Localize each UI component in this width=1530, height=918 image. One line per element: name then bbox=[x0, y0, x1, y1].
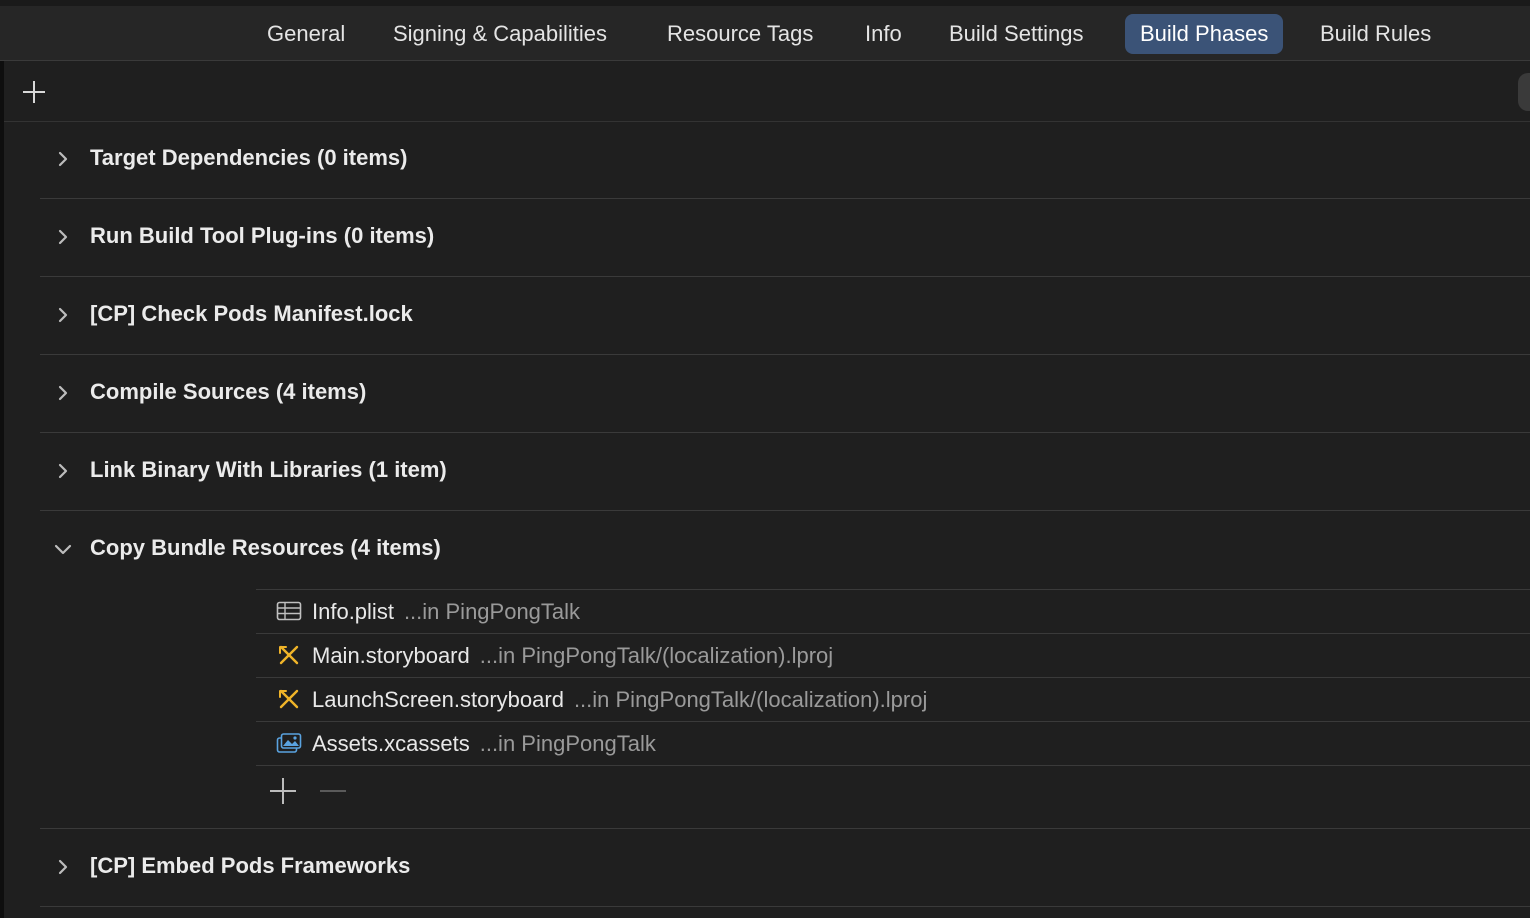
file-name: Assets.xcassets bbox=[312, 731, 470, 756]
chevron-right-icon[interactable] bbox=[56, 151, 70, 167]
phase-title: Target Dependencies (0 items) bbox=[90, 145, 408, 170]
phase-embed-pods-frameworks[interactable]: [CP] Embed Pods Frameworks bbox=[40, 829, 1530, 907]
phase-target-dependencies[interactable]: Target Dependencies (0 items) bbox=[40, 121, 1530, 199]
file-location: ...in PingPongTalk/(localization).lproj bbox=[573, 687, 928, 712]
remove-item-minus-icon[interactable] bbox=[320, 790, 346, 792]
storyboard-icon bbox=[276, 688, 302, 710]
list-item[interactable]: Info.plist ...in PingPongTalk bbox=[256, 589, 1530, 633]
file-name: Info.plist bbox=[312, 599, 394, 624]
chevron-down-icon[interactable] bbox=[54, 543, 72, 559]
phases-toolbar bbox=[4, 61, 1530, 122]
chevron-right-icon[interactable] bbox=[56, 859, 70, 875]
assets-icon bbox=[276, 732, 302, 754]
phase-link-binary[interactable]: Link Binary With Libraries (1 item) bbox=[40, 433, 1530, 511]
filter-field-edge[interactable] bbox=[1518, 73, 1530, 111]
chevron-right-icon[interactable] bbox=[56, 229, 70, 245]
list-divider bbox=[256, 765, 1530, 766]
phase-title: [CP] Check Pods Manifest.lock bbox=[90, 301, 413, 326]
tab-info[interactable]: Info bbox=[850, 14, 917, 54]
add-build-phase-plus-icon[interactable] bbox=[23, 81, 45, 103]
tab-build-settings[interactable]: Build Settings bbox=[934, 14, 1099, 54]
file-name: LaunchScreen.storyboard bbox=[312, 687, 564, 712]
tab-resource-tags[interactable]: Resource Tags bbox=[652, 14, 828, 54]
phase-compile-sources[interactable]: Compile Sources (4 items) bbox=[40, 355, 1530, 433]
build-phases-window: General Signing & Capabilities Resource … bbox=[0, 0, 1530, 918]
tab-general[interactable]: General bbox=[252, 14, 360, 54]
left-divider bbox=[0, 61, 4, 918]
tab-build-phases[interactable]: Build Phases bbox=[1125, 14, 1284, 54]
phase-title: Copy Bundle Resources (4 items) bbox=[90, 535, 441, 560]
list-item[interactable]: Assets.xcassets ...in PingPongTalk bbox=[256, 721, 1530, 765]
phase-title: Link Binary With Libraries (1 item) bbox=[90, 457, 447, 482]
phase-title: [CP] Embed Pods Frameworks bbox=[90, 853, 411, 878]
file-location: ...in PingPongTalk bbox=[479, 731, 656, 756]
storyboard-icon bbox=[276, 644, 302, 666]
list-item[interactable]: LaunchScreen.storyboard ...in PingPongTal… bbox=[256, 677, 1530, 721]
phase-check-pods-manifest[interactable]: [CP] Check Pods Manifest.lock bbox=[40, 277, 1530, 355]
file-name: Main.storyboard bbox=[312, 643, 470, 668]
tab-build-rules[interactable]: Build Rules bbox=[1305, 14, 1446, 54]
chevron-right-icon[interactable] bbox=[56, 307, 70, 323]
list-item[interactable]: Main.storyboard ...in PingPongTalk/(local… bbox=[256, 633, 1530, 677]
phase-run-build-tool-plugins[interactable]: Run Build Tool Plug-ins (0 items) bbox=[40, 199, 1530, 277]
file-location: ...in PingPongTalk bbox=[403, 599, 581, 624]
phase-copy-bundle-resources[interactable]: Copy Bundle Resources (4 items) bbox=[40, 511, 1530, 589]
add-remove-controls bbox=[268, 778, 358, 804]
chevron-right-icon[interactable] bbox=[56, 463, 70, 479]
editor-tab-bar: General Signing & Capabilities Resource … bbox=[0, 0, 1530, 61]
copy-bundle-resources-list: Info.plist ...in PingPongTalk Main.storyb… bbox=[256, 589, 1530, 766]
file-location: ...in PingPongTalk/(localization).lproj bbox=[479, 643, 834, 668]
plist-icon bbox=[276, 600, 302, 622]
phase-title: Run Build Tool Plug-ins (0 items) bbox=[90, 223, 435, 248]
phase-title: Compile Sources (4 items) bbox=[90, 379, 367, 404]
tab-signing-capabilities[interactable]: Signing & Capabilities bbox=[378, 14, 622, 54]
chevron-right-icon[interactable] bbox=[56, 385, 70, 401]
add-item-plus-icon[interactable] bbox=[270, 778, 296, 804]
